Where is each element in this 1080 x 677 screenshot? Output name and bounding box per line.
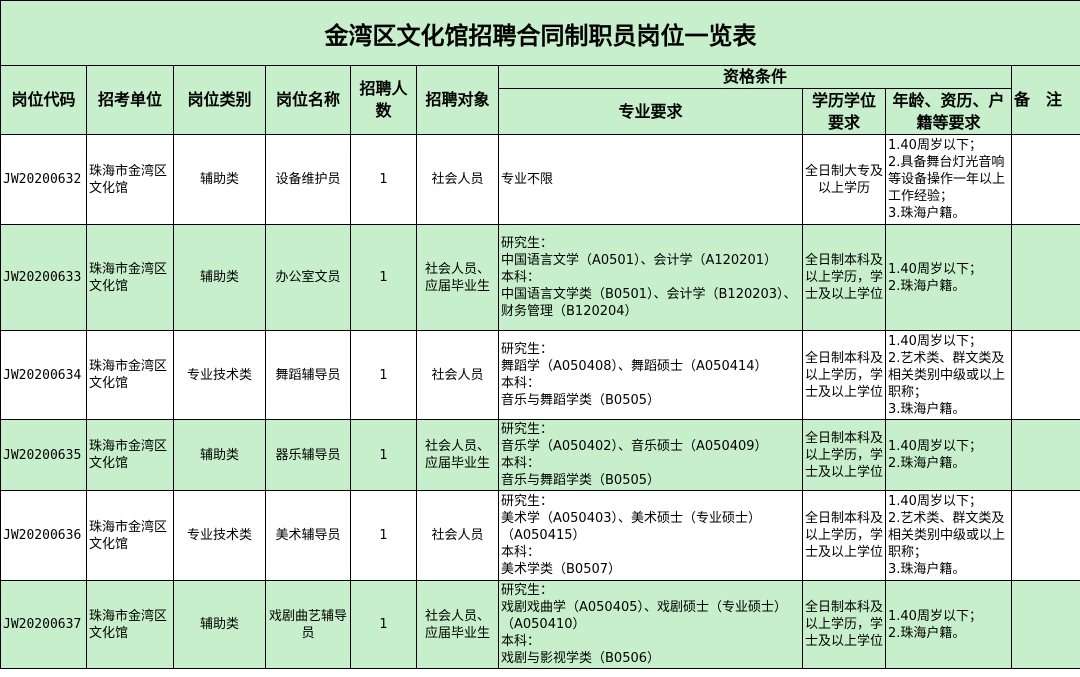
cell-other: 1.40周岁以下； 2.珠海户籍。: [885, 224, 1012, 331]
cell-name: 美术辅导员: [265, 490, 351, 581]
cell-remark: [1010, 490, 1080, 581]
cell-count: 1: [350, 419, 417, 491]
cell-code: JW20200633: [0, 224, 87, 331]
header-count: 招聘人数: [350, 65, 417, 135]
cell-code: JW20200635: [0, 419, 87, 491]
cell-name: 戏剧曲艺辅导员: [265, 580, 351, 669]
cell-unit: 珠海市金湾区文化馆: [86, 490, 174, 581]
cell-category: 专业技术类: [173, 330, 266, 420]
cell-remark: [1010, 419, 1080, 491]
header-qualification: 资格条件: [498, 65, 1012, 89]
cell-unit: 珠海市金湾区文化馆: [86, 580, 174, 669]
cell-name: 设备维护员: [265, 134, 351, 225]
header-major: 专业要求: [498, 88, 803, 135]
page-title: 金湾区文化馆招聘合同制职员岗位一览表: [0, 0, 1080, 66]
cell-remark: [1010, 330, 1080, 420]
cell-target: 社会人员、应届毕业生: [416, 224, 499, 331]
cell-unit: 珠海市金湾区文化馆: [86, 134, 174, 225]
cell-count: 1: [350, 134, 417, 225]
header-education: 学历学位要求: [802, 88, 886, 135]
cell-education: 全日制本科及以上学历，学士及以上学位: [802, 419, 886, 491]
cell-count: 1: [350, 330, 417, 420]
cell-category: 辅助类: [173, 580, 266, 669]
cell-category: 辅助类: [173, 134, 266, 225]
table-row: JW20200637 珠海市金湾区文化馆 辅助类 戏剧曲艺辅导员 1 社会人员、…: [0, 580, 1080, 669]
table-row: JW20200635 珠海市金湾区文化馆 辅助类 器乐辅导员 1 社会人员、应届…: [0, 419, 1080, 491]
cell-remark: [1010, 134, 1080, 225]
cell-other: 1.40周岁以下； 2.珠海户籍。: [885, 419, 1012, 491]
table-row: JW20200634 珠海市金湾区文化馆 专业技术类 舞蹈辅导员 1 社会人员 …: [0, 330, 1080, 420]
cell-major: 专业不限: [498, 134, 803, 225]
table-row: JW20200633 珠海市金湾区文化馆 辅助类 办公室文员 1 社会人员、应届…: [0, 224, 1080, 331]
cell-target: 社会人员: [416, 330, 499, 420]
cell-major: 研究生： 中国语言文学（A0501）、会计学（A120201） 本科： 中国语言…: [498, 224, 803, 331]
cell-code: JW20200632: [0, 134, 87, 225]
cell-unit: 珠海市金湾区文化馆: [86, 224, 174, 331]
cell-unit: 珠海市金湾区文化馆: [86, 419, 174, 491]
recruitment-table: 金湾区文化馆招聘合同制职员岗位一览表 岗位代码 招考单位 岗位类别 岗位名称 招…: [0, 0, 1080, 669]
cell-target: 社会人员: [416, 134, 499, 225]
cell-name: 器乐辅导员: [265, 419, 351, 491]
cell-education: 全日制本科及以上学历，学士及以上学位: [802, 330, 886, 420]
cell-category: 辅助类: [173, 224, 266, 331]
header-category: 岗位类别: [173, 65, 266, 135]
cell-name: 办公室文员: [265, 224, 351, 331]
cell-code: JW20200637: [0, 580, 87, 669]
cell-education: 全日制本科及以上学历，学士及以上学位: [802, 224, 886, 331]
cell-education: 全日制大专及以上学历: [802, 134, 886, 225]
cell-count: 1: [350, 224, 417, 331]
cell-remark: [1010, 224, 1080, 331]
cell-education: 全日制本科及以上学历，学士及以上学位: [802, 580, 886, 669]
cell-target: 社会人员、应届毕业生: [416, 580, 499, 669]
cell-count: 1: [350, 580, 417, 669]
cell-unit: 珠海市金湾区文化馆: [86, 330, 174, 420]
cell-category: 专业技术类: [173, 490, 266, 581]
cell-category: 辅助类: [173, 419, 266, 491]
cell-major: 研究生： 美术学（A050403）、美术硕士（专业硕士）（A050415） 本科…: [498, 490, 803, 581]
cell-target: 社会人员: [416, 490, 499, 581]
header-target: 招聘对象: [416, 65, 499, 135]
cell-other: 1.40周岁以下； 2.艺术类、群文类及相关类别中级或以上职称； 3.珠海户籍。: [885, 330, 1012, 420]
cell-major: 研究生： 舞蹈学（A050408）、舞蹈硕士（A050414） 本科： 音乐与舞…: [498, 330, 803, 420]
cell-other: 1.40周岁以下； 2.珠海户籍。: [885, 580, 1012, 669]
cell-code: JW20200636: [0, 490, 87, 581]
cell-count: 1: [350, 490, 417, 581]
header-remark: 备 注: [1010, 65, 1080, 135]
cell-education: 全日制本科及以上学历，学士及以上学位: [802, 490, 886, 581]
header-name: 岗位名称: [265, 65, 351, 135]
header-unit: 招考单位: [86, 65, 174, 135]
table-row: JW20200636 珠海市金湾区文化馆 专业技术类 美术辅导员 1 社会人员 …: [0, 490, 1080, 581]
cell-other: 1.40周岁以下； 2.具备舞台灯光音响等设备操作一年以上工作经验； 3.珠海户…: [885, 134, 1012, 225]
header-code: 岗位代码: [0, 65, 87, 135]
cell-code: JW20200634: [0, 330, 87, 420]
cell-target: 社会人员、应届毕业生: [416, 419, 499, 491]
cell-other: 1.40周岁以下； 2.艺术类、群文类及相关类别中级或以上职称； 3.珠海户籍。: [885, 490, 1012, 581]
cell-name: 舞蹈辅导员: [265, 330, 351, 420]
cell-major: 研究生： 戏剧戏曲学（A050405）、戏剧硕士（专业硕士）（A050410） …: [498, 580, 803, 669]
cell-major: 研究生： 音乐学（A050402）、音乐硕士（A050409） 本科： 音乐与舞…: [498, 419, 803, 491]
cell-remark: [1010, 580, 1080, 669]
table-row: JW20200632 珠海市金湾区文化馆 辅助类 设备维护员 1 社会人员 专业…: [0, 134, 1080, 225]
header-other: 年龄、资历、户籍等要求: [885, 88, 1012, 135]
